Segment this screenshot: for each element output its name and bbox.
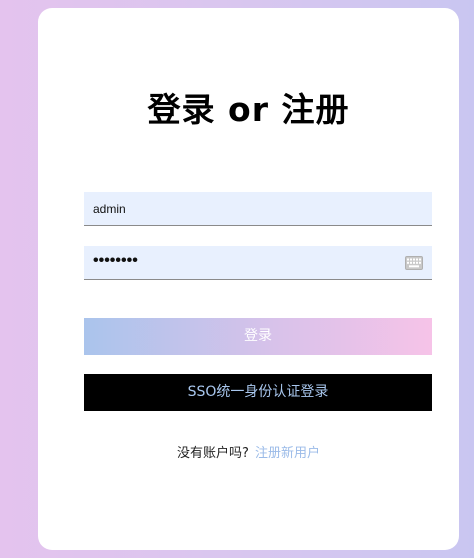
register-prompt: 没有账户吗?: [177, 446, 249, 461]
sso-login-button[interactable]: SSO统一身份认证登录: [84, 374, 432, 411]
page-title: 登录 or 注册: [147, 90, 350, 129]
register-link[interactable]: 注册新用户: [255, 446, 320, 461]
login-button[interactable]: 登录: [84, 318, 432, 355]
register-row: 没有账户吗? 注册新用户: [38, 442, 459, 461]
password-field[interactable]: ••••••••: [84, 246, 432, 280]
login-card: 登录 or 注册 admin •••••••• 登录 SSO统一身份认证登录 没…: [38, 8, 459, 550]
username-field[interactable]: admin: [84, 192, 432, 226]
username-value: admin: [93, 202, 126, 216]
keyboard-icon[interactable]: [405, 255, 423, 270]
password-value: ••••••••: [93, 252, 138, 269]
